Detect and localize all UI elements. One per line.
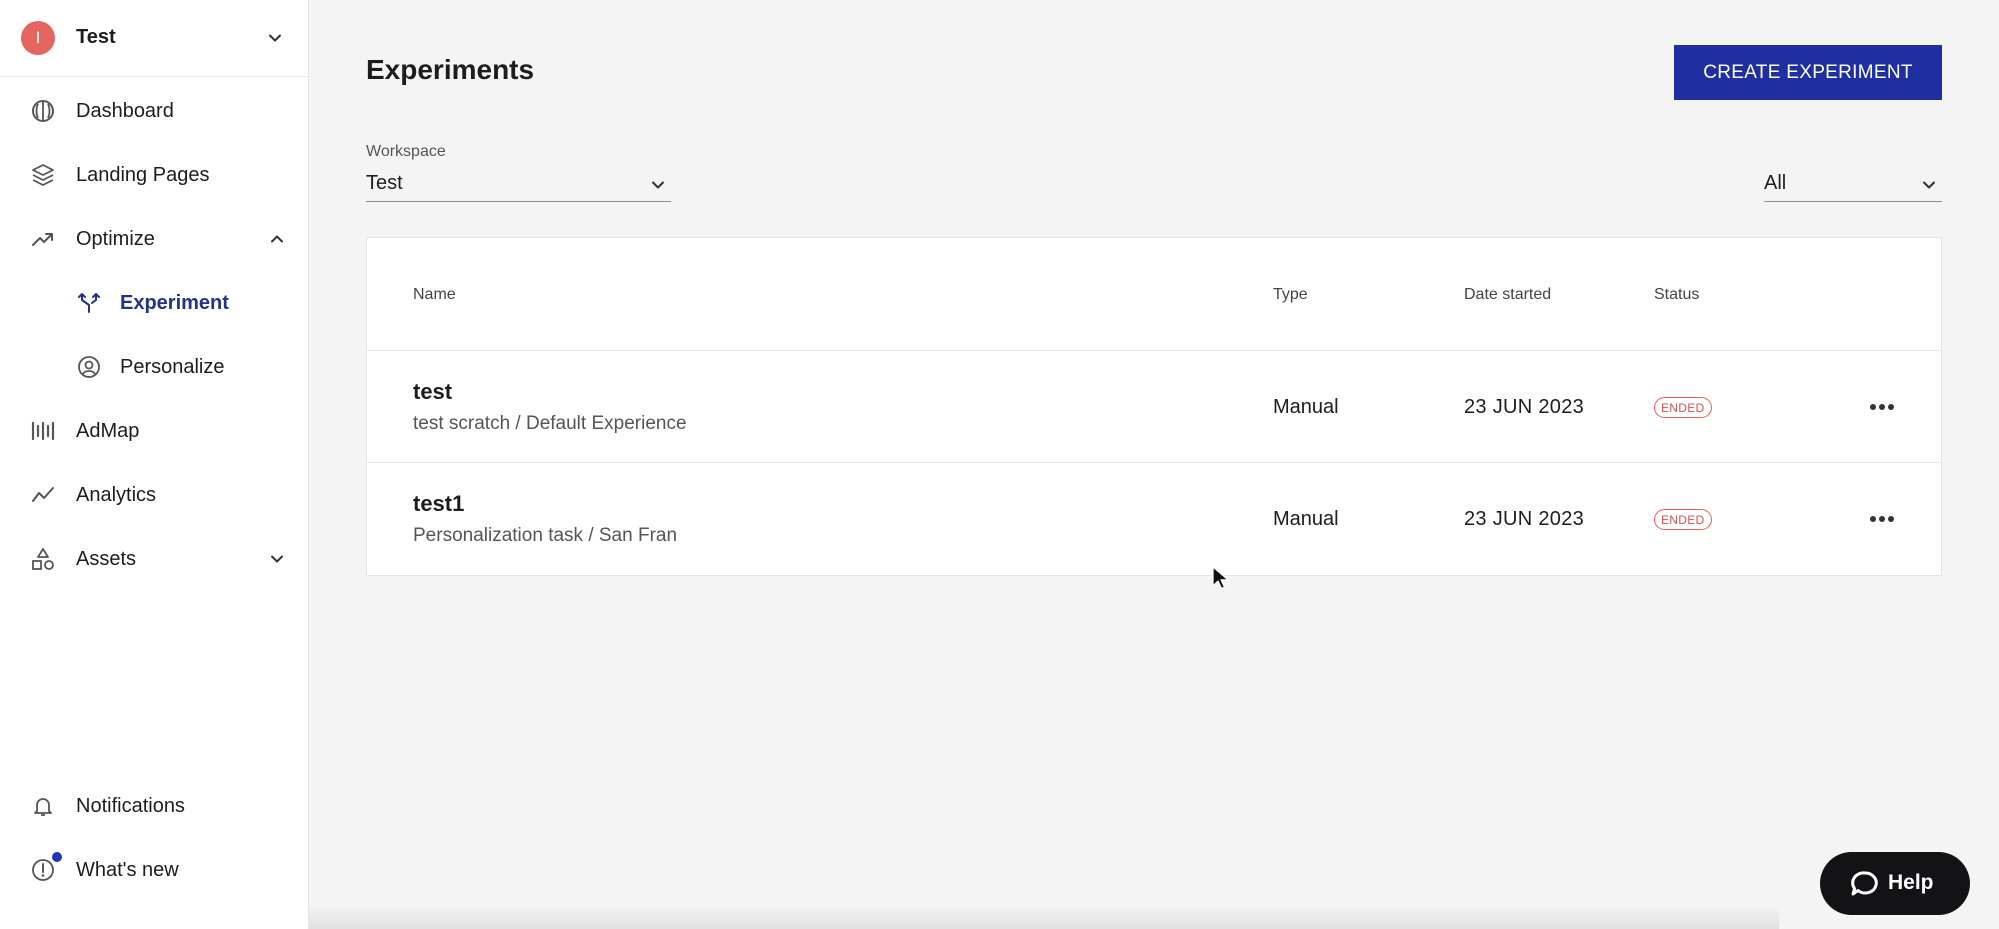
experiment-date: 23 JUN 2023: [1464, 396, 1585, 418]
sidebar-item-assets[interactable]: Assets: [0, 530, 308, 586]
info-icon: [32, 859, 54, 881]
chevron-up-icon: [271, 235, 283, 243]
experiment-date: 23 JUN 2023: [1464, 508, 1585, 530]
sidebar-item-label: Assets: [76, 548, 137, 570]
shapes-icon: [32, 548, 54, 570]
more-options-icon[interactable]: [1867, 395, 1897, 419]
chevron-down-icon: [271, 555, 283, 563]
workspace-select[interactable]: Test: [366, 166, 671, 202]
sidebar-item-label: Notifications: [76, 795, 185, 817]
sidebar-item-analytics[interactable]: Analytics: [0, 466, 308, 522]
status-badge: ENDED: [1654, 397, 1712, 418]
chat-bubble-icon: [1851, 871, 1878, 896]
workspace-label: Workspace: [366, 143, 446, 160]
experiment-name[interactable]: test1: [413, 491, 464, 517]
new-indicator-dot: [52, 852, 62, 862]
admap-icon: [31, 421, 55, 441]
sidebar-item-optimize[interactable]: Optimize: [0, 210, 308, 266]
chevron-down-icon: [269, 34, 281, 42]
workspace-select-value: Test: [366, 172, 403, 194]
column-header-name[interactable]: Name: [413, 286, 456, 304]
column-header-type[interactable]: Type: [1273, 286, 1308, 304]
sidebar-item-admap[interactable]: AdMap: [0, 402, 308, 458]
sidebar-item-label: Optimize: [76, 228, 155, 250]
workspace-avatar: I: [21, 21, 55, 55]
status-filter-value: All: [1764, 172, 1787, 194]
experiment-type: Manual: [1273, 508, 1339, 530]
chevron-down-icon: [1923, 181, 1935, 189]
sidebar-item-dashboard[interactable]: Dashboard: [0, 82, 308, 138]
workspace-switcher[interactable]: I Test: [0, 0, 308, 77]
experiment-name[interactable]: test: [413, 379, 452, 405]
sidebar-item-landing-pages[interactable]: Landing Pages: [0, 146, 308, 202]
user-circle-icon: [78, 356, 100, 378]
help-label: Help: [1888, 871, 1934, 894]
mouse-cursor-icon: [1212, 566, 1229, 590]
sidebar: I Test Dashboard Landing Pages Optimize …: [0, 0, 309, 929]
status-filter-select[interactable]: All: [1764, 166, 1942, 202]
sidebar-item-label: Landing Pages: [76, 164, 210, 186]
table-row[interactable]: test test scratch / Default Experience M…: [367, 350, 1941, 463]
column-header-status[interactable]: Status: [1654, 286, 1699, 304]
sidebar-item-whats-new[interactable]: What's new: [0, 841, 308, 897]
table-row[interactable]: test1 Personalization task / San Fran Ma…: [367, 462, 1941, 575]
line-chart-icon: [32, 487, 54, 502]
sidebar-item-label: Dashboard: [76, 100, 174, 122]
experiment-subtitle: Personalization task / San Fran: [413, 525, 678, 546]
sidebar-item-label: Analytics: [76, 484, 157, 506]
help-button[interactable]: Help: [1820, 852, 1970, 915]
sidebar-item-notifications[interactable]: Notifications: [0, 777, 308, 833]
status-badge: ENDED: [1654, 509, 1712, 530]
create-experiment-button[interactable]: CREATE EXPERIMENT: [1674, 45, 1942, 100]
layers-icon: [32, 164, 54, 186]
dashboard-icon: [32, 100, 54, 122]
sidebar-item-label: Experiment: [120, 292, 229, 314]
column-header-date-started[interactable]: Date started: [1464, 286, 1551, 304]
experiment-type: Manual: [1273, 396, 1339, 418]
bottom-shadow: [309, 905, 1779, 929]
sidebar-item-experiment[interactable]: Experiment: [0, 274, 308, 330]
sidebar-item-label: AdMap: [76, 420, 140, 442]
split-arrows-icon: [78, 293, 100, 313]
experiment-subtitle: test scratch / Default Experience: [413, 413, 687, 434]
workspace-name: Test: [76, 26, 116, 48]
experiments-table: Name Type Date started Status test test …: [366, 237, 1942, 576]
sidebar-item-personalize[interactable]: Personalize: [0, 338, 308, 394]
chevron-down-icon: [652, 181, 664, 189]
sidebar-item-label: Personalize: [120, 356, 225, 378]
trend-up-icon: [32, 233, 53, 246]
sidebar-item-label: What's new: [76, 859, 179, 881]
bell-icon: [34, 798, 52, 816]
more-options-icon[interactable]: [1867, 507, 1897, 531]
page-title: Experiments: [366, 54, 535, 85]
